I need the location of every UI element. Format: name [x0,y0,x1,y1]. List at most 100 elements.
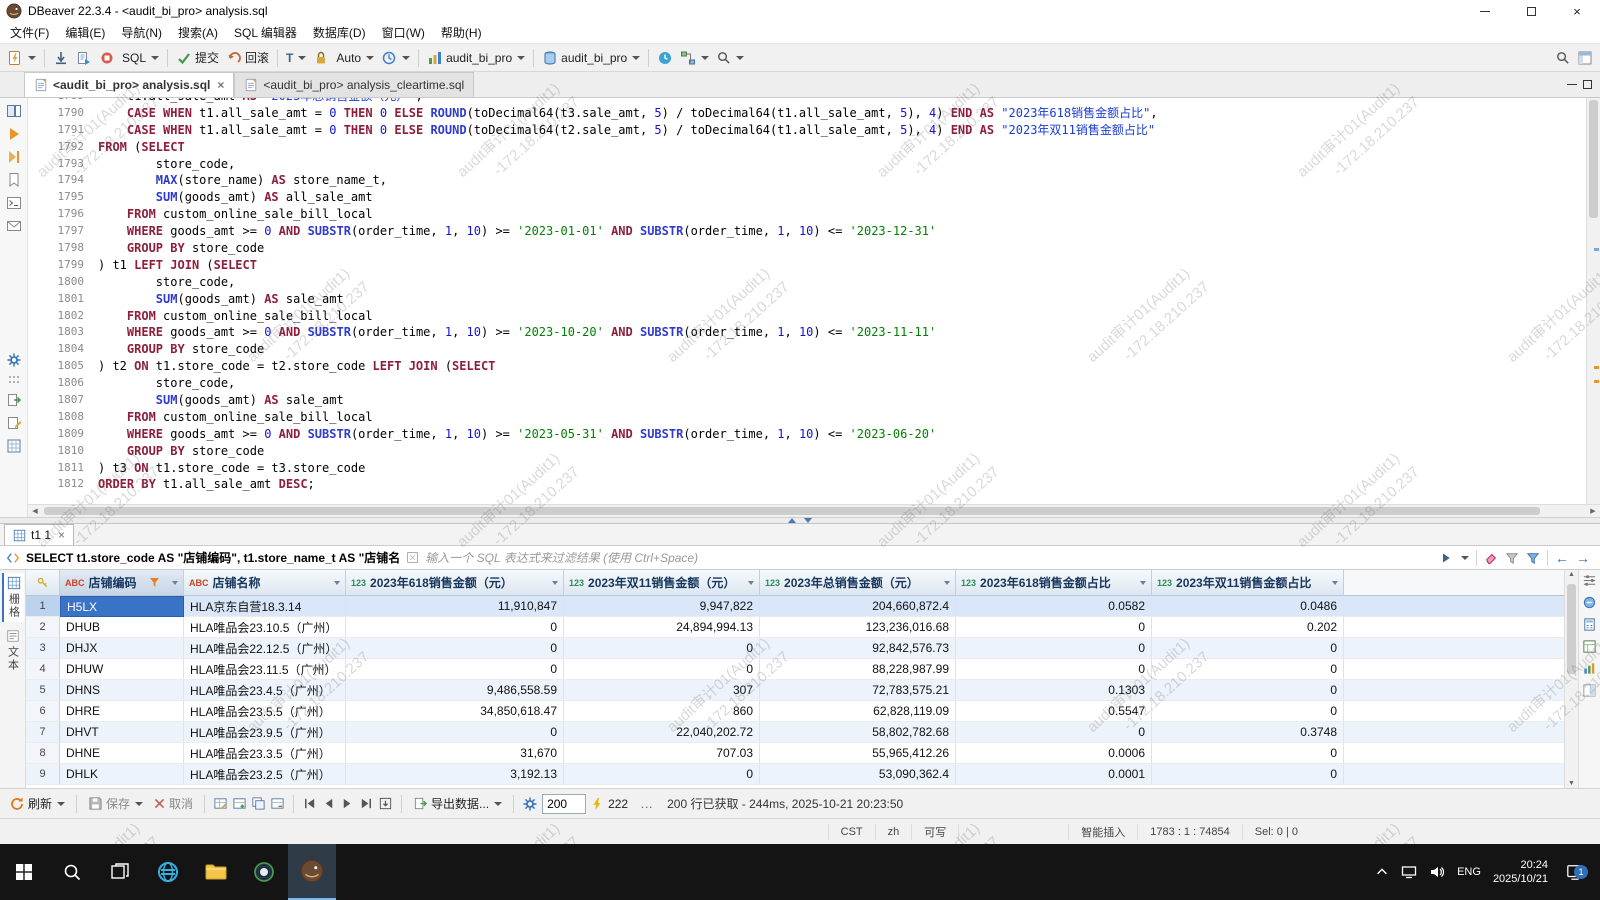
cell[interactable]: DHUB [60,617,184,638]
cell[interactable]: 0 [346,722,564,743]
table-row[interactable]: 5DHNSHLA唯品会23.4.5（广州）9,486,558.5930772,7… [26,680,1564,701]
dbeaver-taskbar-button[interactable] [288,844,336,900]
close-button[interactable]: × [1554,0,1600,22]
fetch-size-input[interactable] [542,794,586,814]
editor-tab-analysis[interactable]: <audit_bi_pro> analysis.sql × [24,72,234,97]
minimize-button[interactable] [1462,0,1508,22]
cell[interactable]: 9,486,558.59 [346,680,564,701]
cell[interactable]: 0 [346,659,564,680]
status-writable[interactable]: 可写 [911,824,958,840]
cell[interactable]: 0.202 [1152,617,1344,638]
history-forward-icon[interactable]: → [1576,551,1590,565]
maximize-panel-icon[interactable] [1583,80,1592,89]
column-dropdown-icon[interactable] [748,581,754,585]
status-timezone[interactable]: CST [828,824,875,840]
sql-dropdown[interactable]: SQL [119,47,162,69]
delete-row-icon[interactable] [270,796,285,811]
export-icon[interactable] [6,392,22,408]
column-header-2[interactable]: 1232023年618销售金额（元） [346,570,564,596]
metadata-icon[interactable] [1582,639,1597,654]
database-dropdown[interactable]: audit_bi_pro [539,47,643,69]
table-row[interactable]: 7DHVTHLA唯品会23.9.5（广州）022,040,202.7258,80… [26,722,1564,743]
cell[interactable]: 0 [956,617,1152,638]
cell[interactable]: 0.0486 [1152,596,1344,617]
clock[interactable]: 20:24 2025/10/21 [1493,858,1548,886]
menu-item-0[interactable]: 文件(F) [2,21,57,44]
database-navigator-icon[interactable] [6,103,22,119]
code-text[interactable]: CASE WHEN t1.all_sale_amt = 0 THEN 0 ELS… [98,105,1158,122]
edit-cell-icon[interactable] [213,796,228,811]
cell[interactable]: 0 [564,659,760,680]
code-text[interactable]: FROM custom_online_sale_bill_local [98,308,373,325]
refresh-button[interactable]: 刷新 [6,793,68,815]
cell[interactable]: 860 [564,701,760,722]
cell[interactable]: 0.3748 [1152,722,1344,743]
cell[interactable]: 0.1303 [956,680,1152,701]
menu-item-1[interactable]: 编辑(E) [57,21,113,44]
cell[interactable]: 55,965,412.26 [760,743,956,764]
code-text[interactable]: ORDER BY t1.all_sale_amt DESC; [98,476,315,493]
column-header-4[interactable]: 1232023年总销售金额（元） [760,570,956,596]
cell[interactable]: HLA唯品会23.3.5（广州） [184,743,346,764]
pin-panel-icon[interactable] [1582,683,1597,698]
panel-settings-icon[interactable] [1582,573,1597,588]
auto-commit-dropdown[interactable]: Auto [333,47,377,69]
code-text[interactable]: FROM (SELECT [98,139,185,156]
run-arrow-icon[interactable] [6,126,22,142]
export-data-button[interactable]: 导出数据... [410,793,505,815]
cell[interactable]: 53,090,362.4 [760,764,956,785]
filter-query-text[interactable]: SELECT t1.store_code AS "店铺编码", t1.store… [26,549,400,566]
cell[interactable]: DHNE [60,743,184,764]
menu-item-6[interactable]: 窗口(W) [374,21,433,44]
cell[interactable]: DHNS [60,680,184,701]
result-settings-gear-icon[interactable] [522,796,538,812]
row-number[interactable]: 3 [26,638,60,659]
code-text[interactable]: FROM custom_online_sale_bill_local [98,409,373,426]
results-grid[interactable]: ABC店铺编码ABC店铺名称1232023年618销售金额（元）1232023年… [26,570,1564,788]
cell[interactable]: 31,670 [346,743,564,764]
scrollbar-thumb[interactable] [1589,100,1598,218]
cell[interactable]: 62,828,119.09 [760,701,956,722]
cell[interactable]: 0 [346,617,564,638]
new-sql-editor-button[interactable] [4,47,39,69]
cell[interactable]: 307 [564,680,760,701]
table-row[interactable]: 8DHNEHLA唯品会23.3.5（广州）31,670707.0355,965,… [26,743,1564,764]
code-text[interactable]: t1.all_sale_amt AS "2023年总销售金额（元）", [98,98,423,105]
cell[interactable]: 0 [956,659,1152,680]
grid-corner-cell[interactable] [26,570,60,596]
cell[interactable]: 22,040,202.72 [564,722,760,743]
calculator-icon[interactable] [1582,617,1597,632]
cell[interactable]: H5LX [60,596,184,617]
code-text[interactable]: SUM(goods_amt) AS sale_amt [98,392,344,409]
cell[interactable]: DHLK [60,764,184,785]
cell[interactable]: 0 [1152,680,1344,701]
run-script-arrow-icon[interactable] [6,149,22,165]
code-text[interactable]: GROUP BY store_code [98,240,264,257]
cell[interactable]: HLA唯品会23.2.5（广州） [184,764,346,785]
status-caret-position[interactable]: 1783 : 1 : 74854 [1137,824,1242,840]
grid-view-tab[interactable]: 栅格 [2,573,24,622]
cell[interactable]: 34,850,618.47 [346,701,564,722]
input-language[interactable]: ENG [1457,866,1481,878]
row-number[interactable]: 4 [26,659,60,680]
code-text[interactable]: store_code, [98,156,235,173]
results-tab-t1[interactable]: t1 1 × [4,524,74,545]
query-history-button[interactable] [378,47,413,69]
cell[interactable]: HLA唯品会23.11.5（广州） [184,659,346,680]
code-viewport[interactable]: 1789 t1.all_sale_amt AS "2023年总销售金额（元）",… [28,98,1600,504]
cell[interactable]: 11,910,847 [346,596,564,617]
row-number[interactable]: 9 [26,764,60,785]
volume-icon[interactable] [1429,864,1445,880]
collapse-down-icon[interactable] [804,518,812,523]
column-header-6[interactable]: 1232023年双11销售金额占比 [1152,570,1344,596]
lock-button[interactable] [310,47,332,69]
cell[interactable]: 707.03 [564,743,760,764]
new-sql-dropdown-icon[interactable] [28,56,36,60]
menu-item-5[interactable]: 数据库(D) [305,21,374,44]
connection-dropdown[interactable]: audit_bi_pro [424,47,528,69]
cell[interactable]: 0.0582 [956,596,1152,617]
bookmark-icon[interactable] [6,172,22,188]
filter-placeholder[interactable]: 输入一个 SQL 表达式来过滤结果 (使用 Ctrl+Space) [425,549,1434,566]
duplicate-row-icon[interactable] [251,796,266,811]
column-header-1[interactable]: ABC店铺名称 [184,570,346,596]
